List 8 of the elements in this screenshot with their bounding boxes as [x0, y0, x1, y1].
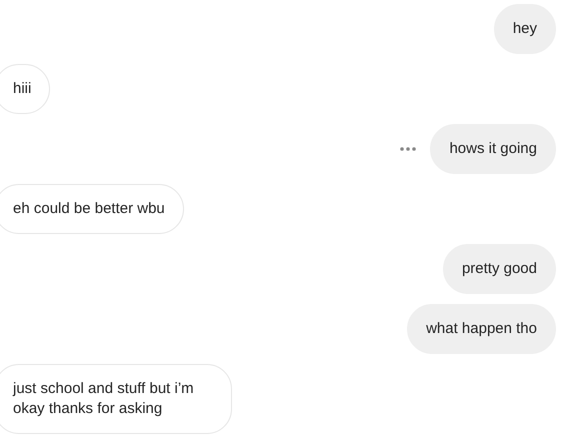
- sent-message: hey: [494, 4, 556, 54]
- received-message: just school and stuff but i’m okay thanks for asking: [0, 364, 232, 434]
- received-message: hiii: [0, 64, 50, 114]
- more-options-icon[interactable]: [400, 147, 416, 151]
- sent-message: pretty good: [442, 244, 556, 294]
- received-message: eh could be better wbu: [0, 184, 184, 234]
- sent-message: hows it going: [430, 124, 556, 174]
- sent-message: what happen tho: [407, 304, 556, 354]
